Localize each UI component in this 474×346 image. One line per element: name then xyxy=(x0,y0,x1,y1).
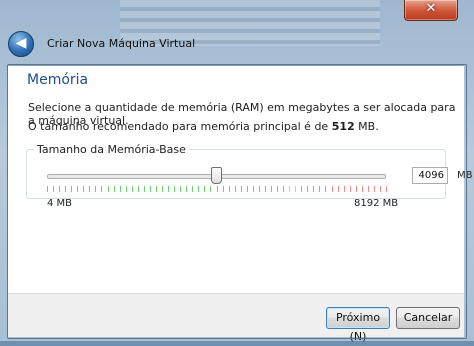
slider-tick xyxy=(325,186,327,192)
memory-unit-label: MB xyxy=(457,170,473,181)
slider-tick xyxy=(258,186,260,192)
slider-tick xyxy=(283,186,285,192)
slider-tick xyxy=(180,186,182,192)
memory-max-label: 8192 MB xyxy=(354,198,399,209)
slider-tick xyxy=(289,186,291,192)
slider-tick xyxy=(83,186,85,192)
memory-min-label: 4 MB xyxy=(47,198,73,209)
slider-tick xyxy=(355,186,357,192)
slider-tick xyxy=(47,186,48,192)
recommendation-text: O tamanho recomendado para memória princ… xyxy=(28,120,379,133)
slider-tick xyxy=(331,186,333,192)
slider-tick xyxy=(77,186,79,192)
slider-tick xyxy=(204,186,206,192)
slider-tick xyxy=(319,186,321,192)
slider-tick xyxy=(349,186,351,192)
recommendation-suffix: MB. xyxy=(354,120,379,133)
slider-tick xyxy=(240,186,242,192)
slider-tick xyxy=(228,186,230,192)
slider-tick xyxy=(113,186,115,192)
slider-tick xyxy=(373,186,375,192)
slider-tick xyxy=(343,186,345,192)
memory-value-input[interactable] xyxy=(412,167,448,184)
slider-tick xyxy=(379,186,381,192)
slider-tick xyxy=(186,186,188,192)
next-button[interactable]: Próximo (N) xyxy=(326,307,390,343)
wizard-title: Criar Nova Máquina Virtual xyxy=(47,37,196,50)
memory-size-group: Tamanho da Memória-Base 4 MB 8192 MB MB xyxy=(26,143,473,209)
slider-tick xyxy=(246,186,248,192)
slider-tick xyxy=(143,186,145,192)
memory-slider-thumb[interactable] xyxy=(211,167,223,184)
back-arrow-icon: ◀ xyxy=(15,35,27,51)
slider-tick xyxy=(174,186,176,192)
memory-slider-ticks xyxy=(47,186,387,192)
slider-tick xyxy=(277,186,279,192)
back-button[interactable]: ◀ xyxy=(8,31,34,57)
slider-tick xyxy=(252,186,254,192)
slider-tick xyxy=(337,186,339,192)
wizard-footer: Próximo (N) Cancelar xyxy=(8,293,464,343)
slider-tick xyxy=(149,186,151,192)
slider-tick xyxy=(234,186,236,192)
slider-tick xyxy=(119,186,121,192)
slider-tick xyxy=(95,186,97,192)
slider-tick xyxy=(222,186,224,192)
close-button[interactable]: ✕ xyxy=(404,0,458,21)
slider-tick xyxy=(198,186,200,192)
page-heading: Memória xyxy=(27,72,89,88)
slider-tick xyxy=(386,186,387,192)
cancel-button[interactable]: Cancelar xyxy=(396,307,460,329)
slider-tick xyxy=(89,186,91,192)
wizard-page: Memória Selecione a quantidade de memóri… xyxy=(8,65,473,294)
slider-tick xyxy=(192,186,194,192)
slider-tick xyxy=(65,186,67,192)
slider-tick xyxy=(301,186,303,192)
slider-tick xyxy=(137,186,139,192)
memory-size-group-label: Tamanho da Memória-Base xyxy=(37,143,186,156)
recommended-memory-value: 512 xyxy=(331,120,355,133)
slider-tick xyxy=(295,186,297,192)
slider-tick xyxy=(101,186,103,192)
slider-tick xyxy=(53,186,55,192)
slider-tick xyxy=(313,186,315,192)
slider-tick xyxy=(125,186,127,192)
slider-tick xyxy=(270,186,272,192)
slider-tick xyxy=(367,186,369,192)
slider-tick xyxy=(162,186,164,192)
slider-tick xyxy=(264,186,266,192)
slider-tick xyxy=(168,186,170,192)
slider-tick xyxy=(59,186,61,192)
slider-tick xyxy=(216,186,218,192)
slider-tick xyxy=(155,186,157,192)
slider-tick xyxy=(361,186,363,192)
slider-tick xyxy=(210,186,212,192)
recommendation-prefix: O tamanho recomendado para memória princ… xyxy=(28,120,332,133)
slider-tick xyxy=(307,186,309,192)
slider-tick xyxy=(107,186,109,192)
slider-tick xyxy=(71,186,73,192)
close-icon: ✕ xyxy=(425,1,437,16)
slider-tick xyxy=(131,186,133,192)
